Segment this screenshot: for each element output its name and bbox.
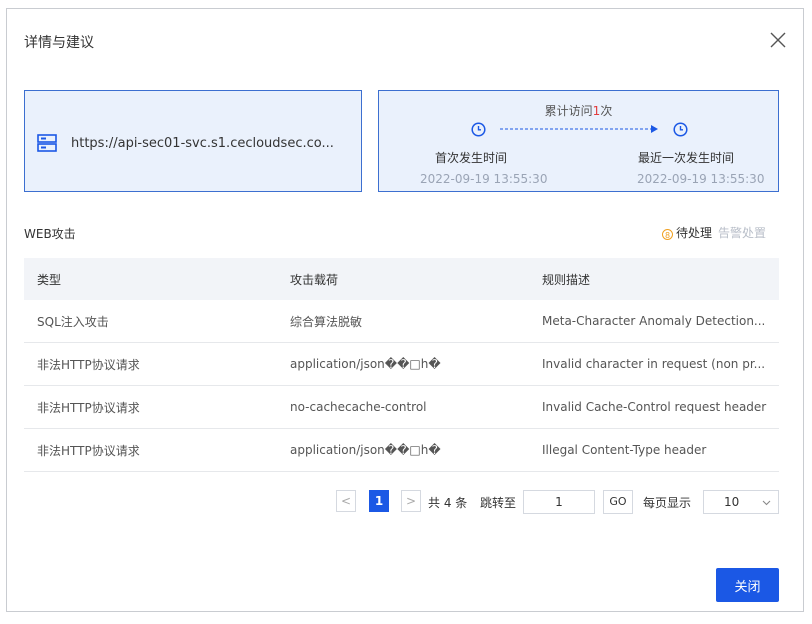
close-icon[interactable] bbox=[769, 31, 787, 49]
last-occurrence-label: 最近一次发生时间 bbox=[638, 151, 735, 165]
dialog-title: 详情与建议 bbox=[24, 35, 94, 51]
col-payload: 攻击载荷 bbox=[277, 258, 529, 300]
cell-payload: 综合算法脱敏 bbox=[277, 300, 529, 343]
pending-icon: 8 bbox=[662, 229, 673, 240]
url-card: https://api-sec01-svc.s1.cecloudsec.co..… bbox=[24, 90, 362, 192]
jump-page-input[interactable] bbox=[523, 490, 595, 514]
clock-icon bbox=[471, 122, 486, 137]
cell-type: 非法HTTP协议请求 bbox=[24, 428, 277, 472]
last-occurrence-time: 2022-09-19 13:55:30 bbox=[637, 172, 765, 186]
cell-type: 非法HTTP协议请求 bbox=[24, 342, 277, 386]
clock-icon bbox=[673, 122, 688, 137]
cell-payload: application/json��□h� bbox=[277, 428, 529, 472]
legend-handled[interactable]: 告警处置 bbox=[718, 226, 766, 240]
cell-payload: no-cachecache-control bbox=[277, 385, 529, 429]
cell-type: SQL注入攻击 bbox=[24, 300, 277, 343]
first-occurrence-label: 首次发生时间 bbox=[435, 151, 508, 165]
go-button[interactable]: GO bbox=[603, 490, 633, 514]
table-row[interactable]: 非法HTTP协议请求 no-cachecache-control Invalid… bbox=[24, 385, 779, 429]
target-url: https://api-sec01-svc.s1.cecloudsec.co..… bbox=[71, 136, 334, 151]
legend-pending[interactable]: 待处理 bbox=[676, 226, 712, 240]
close-button[interactable]: 关闭 bbox=[716, 568, 779, 602]
visit-count-text: 累计访问1次 bbox=[544, 104, 613, 118]
jump-label: 跳转至 bbox=[480, 496, 517, 510]
col-type: 类型 bbox=[24, 258, 277, 300]
total-count: 共 4 条 bbox=[428, 496, 468, 510]
page-1-button[interactable]: 1 bbox=[369, 490, 389, 512]
chevron-down-icon bbox=[762, 500, 771, 506]
status-legend: 8 待处理 告警处置 bbox=[662, 224, 766, 241]
table-row[interactable]: 非法HTTP协议请求 application/json��□h� Illegal… bbox=[24, 428, 779, 472]
cell-type: 非法HTTP协议请求 bbox=[24, 385, 277, 429]
cell-rule: Meta-Character Anomaly Detection... bbox=[529, 300, 779, 343]
prev-page-button[interactable]: < bbox=[336, 490, 356, 512]
col-rule: 规则描述 bbox=[529, 258, 779, 300]
table-header-row: 类型 攻击载荷 规则描述 bbox=[24, 258, 779, 300]
arrow-icon bbox=[500, 125, 658, 133]
details-dialog: 详情与建议 https://api-sec01-svc.s1.cecloudse… bbox=[6, 8, 804, 612]
cell-rule: Invalid Cache-Control request header bbox=[529, 385, 779, 429]
per-page-label: 每页显示 bbox=[643, 496, 692, 510]
per-page-select[interactable]: 10 bbox=[703, 490, 779, 514]
per-page-value: 10 bbox=[724, 495, 740, 509]
server-icon bbox=[37, 134, 57, 152]
cell-rule: Illegal Content-Type header bbox=[529, 428, 779, 472]
section-title: WEB攻击 bbox=[24, 227, 76, 241]
table-row[interactable]: 非法HTTP协议请求 application/json��□h� Invalid… bbox=[24, 342, 779, 386]
cell-payload: application/json��□h� bbox=[277, 342, 529, 386]
table-row[interactable]: SQL注入攻击 综合算法脱敏 Meta-Character Anomaly De… bbox=[24, 300, 779, 343]
attack-table: 类型 攻击载荷 规则描述 SQL注入攻击 综合算法脱敏 Meta-Charact… bbox=[24, 258, 779, 472]
visit-card: 累计访问1次 首次发生时间 2022-09-19 13:55:30 最近一次发生… bbox=[378, 90, 779, 192]
cell-rule: Invalid character in request (non pr... bbox=[529, 342, 779, 386]
first-occurrence-time: 2022-09-19 13:55:30 bbox=[420, 172, 548, 186]
next-page-button[interactable]: > bbox=[401, 490, 421, 512]
